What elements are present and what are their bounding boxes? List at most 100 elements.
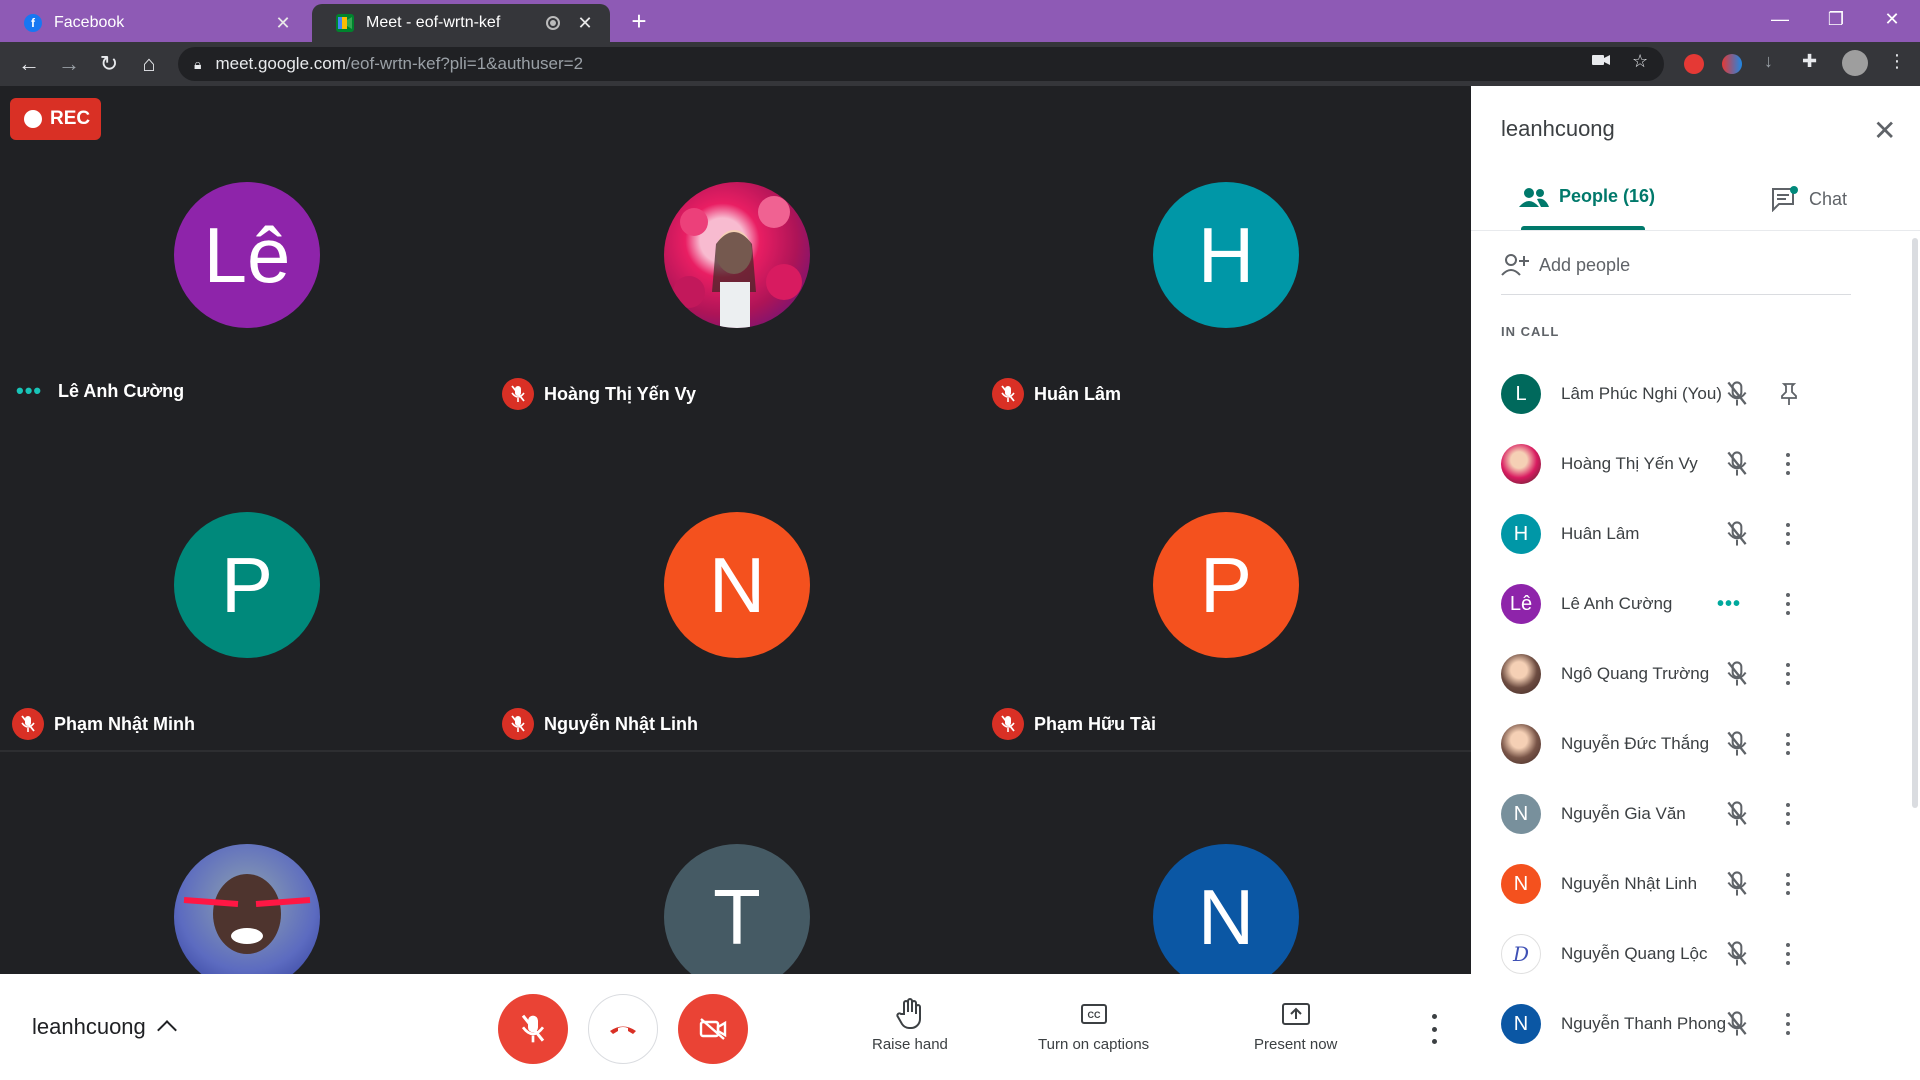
participant-row[interactable]: N Nguyễn Thanh Phong — [1501, 1001, 1901, 1047]
mic-off-icon[interactable] — [1723, 940, 1751, 968]
tab-people[interactable]: People (16) — [1519, 186, 1655, 207]
meeting-details-button[interactable]: leanhcuong — [32, 1014, 177, 1040]
close-icon[interactable]: ✕ — [1873, 114, 1896, 147]
more-options-icon[interactable] — [1424, 1014, 1444, 1044]
more-options-icon[interactable] — [1783, 873, 1793, 895]
mic-off-icon[interactable] — [1723, 1010, 1751, 1038]
meeting-name: leanhcuong — [32, 1014, 146, 1039]
record-dot-icon — [24, 110, 42, 128]
mic-off-icon[interactable] — [1723, 380, 1751, 408]
avatar-initials: D — [1512, 942, 1530, 966]
participant-row[interactable]: D Nguyễn Quang Lộc — [1501, 931, 1901, 977]
download-icon[interactable]: ↓ — [1764, 51, 1773, 72]
mic-off-icon[interactable] — [1723, 450, 1751, 478]
avatar-photo — [174, 844, 320, 990]
avatar-initials: H — [1197, 210, 1255, 299]
mic-off-icon[interactable] — [1723, 660, 1751, 688]
present-now-button[interactable]: Present now — [1254, 998, 1337, 1053]
tab-meet[interactable]: Meet - eof-wrtn-kef ✕ — [312, 4, 610, 42]
puzzle-icon[interactable]: ✚ — [1802, 51, 1817, 72]
avatar-initials: Lê — [1509, 592, 1533, 615]
captions-button[interactable]: CC Turn on captions — [1038, 998, 1149, 1053]
participant-row[interactable]: H Huân Lâm — [1501, 511, 1901, 557]
facebook-icon: f — [24, 14, 42, 32]
extension-stop-icon[interactable] — [1684, 54, 1704, 74]
mic-off-icon — [502, 378, 534, 410]
tile-name-tag: Phạm Hữu Tài — [992, 708, 1156, 740]
minimize-icon[interactable]: — — [1752, 0, 1808, 38]
more-options-icon[interactable] — [1783, 523, 1793, 545]
microphone-toggle-button[interactable] — [498, 994, 568, 1064]
more-options-icon[interactable] — [1783, 733, 1793, 755]
star-icon[interactable]: ☆ — [1632, 51, 1648, 72]
forward-icon[interactable]: → — [54, 49, 84, 79]
speaking-indicator-icon: ••• — [16, 378, 43, 403]
scrollbar[interactable] — [1912, 238, 1918, 808]
back-icon[interactable]: ← — [14, 49, 44, 79]
lock-icon[interactable]: 🔒︎ — [194, 56, 201, 73]
participant-row[interactable]: Lê Lê Anh Cường ••• — [1501, 581, 1901, 627]
tab-title: Facebook — [54, 14, 125, 31]
avatar — [1501, 724, 1541, 764]
avatar: N — [1501, 1004, 1541, 1044]
mic-off-icon[interactable] — [1723, 870, 1751, 898]
close-icon[interactable]: ✕ — [272, 13, 294, 34]
add-people-label: Add people — [1539, 254, 1631, 275]
participant-row[interactable]: N Nguyễn Nhật Linh — [1501, 861, 1901, 907]
avatar — [1501, 654, 1541, 694]
participant-name: Phạm Nhật Minh — [54, 713, 196, 734]
close-icon[interactable]: ✕ — [574, 13, 596, 34]
participant-row[interactable]: Nguyễn Đức Thắng — [1501, 721, 1901, 767]
add-person-icon — [1501, 254, 1529, 276]
mic-off-icon[interactable] — [1723, 800, 1751, 828]
participant-name: Lê Anh Cường — [58, 380, 185, 401]
more-options-icon[interactable] — [1783, 453, 1793, 475]
leave-call-button[interactable] — [588, 994, 658, 1064]
new-tab-button[interactable]: + — [624, 6, 654, 36]
present-now-label: Present now — [1254, 1036, 1338, 1053]
reload-icon[interactable]: ↻ — [94, 49, 124, 79]
mic-off-icon — [992, 708, 1024, 740]
mic-off-icon[interactable] — [1723, 730, 1751, 758]
more-options-icon[interactable] — [1783, 943, 1793, 965]
avatar: Lê — [1501, 584, 1541, 624]
avatar: P — [174, 512, 320, 658]
participant-row[interactable]: Hoàng Thị Yến Vy — [1501, 441, 1901, 487]
extension-color-icon[interactable] — [1722, 54, 1742, 74]
maximize-icon[interactable]: ❐ — [1808, 0, 1864, 38]
tab-chat[interactable]: Chat — [1771, 186, 1847, 212]
raise-hand-button[interactable]: Raise hand — [872, 998, 948, 1053]
present-screen-icon — [1281, 1003, 1310, 1025]
in-call-heading: IN CALL — [1501, 324, 1560, 339]
more-options-icon[interactable] — [1783, 1013, 1793, 1035]
avatar: P — [1153, 512, 1299, 658]
recording-indicator-icon — [546, 16, 560, 30]
more-options-icon[interactable] — [1783, 803, 1793, 825]
speaking-indicator-icon: ••• — [1717, 592, 1742, 615]
mic-off-icon[interactable] — [1723, 520, 1751, 548]
meeting-controls-bar: leanhcuong Raise hand CC Turn on caption… — [0, 974, 1471, 1080]
people-icon — [1519, 187, 1549, 207]
more-options-icon[interactable] — [1783, 663, 1793, 685]
url-field[interactable]: 🔒︎ meet.google.com /eof-wrtn-kef?pli=1&a… — [178, 47, 1664, 81]
mic-off-icon — [502, 708, 534, 740]
add-people-button[interactable]: Add people — [1501, 254, 1630, 276]
camera-blocked-icon[interactable] — [1592, 51, 1610, 72]
pin-icon[interactable] — [1775, 380, 1803, 408]
participant-row[interactable]: L Lâm Phúc Nghi (You) — [1501, 371, 1901, 417]
avatar — [1501, 444, 1541, 484]
avatar: D — [1501, 934, 1541, 974]
home-icon[interactable]: ⌂ — [134, 49, 164, 79]
close-window-icon[interactable]: ✕ — [1864, 0, 1920, 38]
menu-icon[interactable]: ⋮ — [1888, 51, 1906, 72]
tab-facebook[interactable]: f Facebook ✕ — [0, 4, 308, 42]
participant-row[interactable]: Ngô Quang Trường — [1501, 651, 1901, 697]
svg-text:CC: CC — [1087, 1010, 1100, 1020]
avatar: T — [664, 844, 810, 990]
camera-toggle-button[interactable] — [678, 994, 748, 1064]
avatar-initials: L — [1515, 382, 1527, 405]
profile-avatar[interactable] — [1842, 50, 1868, 76]
chat-icon — [1772, 186, 1798, 212]
participant-row[interactable]: N Nguyễn Gia Văn — [1501, 791, 1901, 837]
more-options-icon[interactable] — [1783, 593, 1793, 615]
